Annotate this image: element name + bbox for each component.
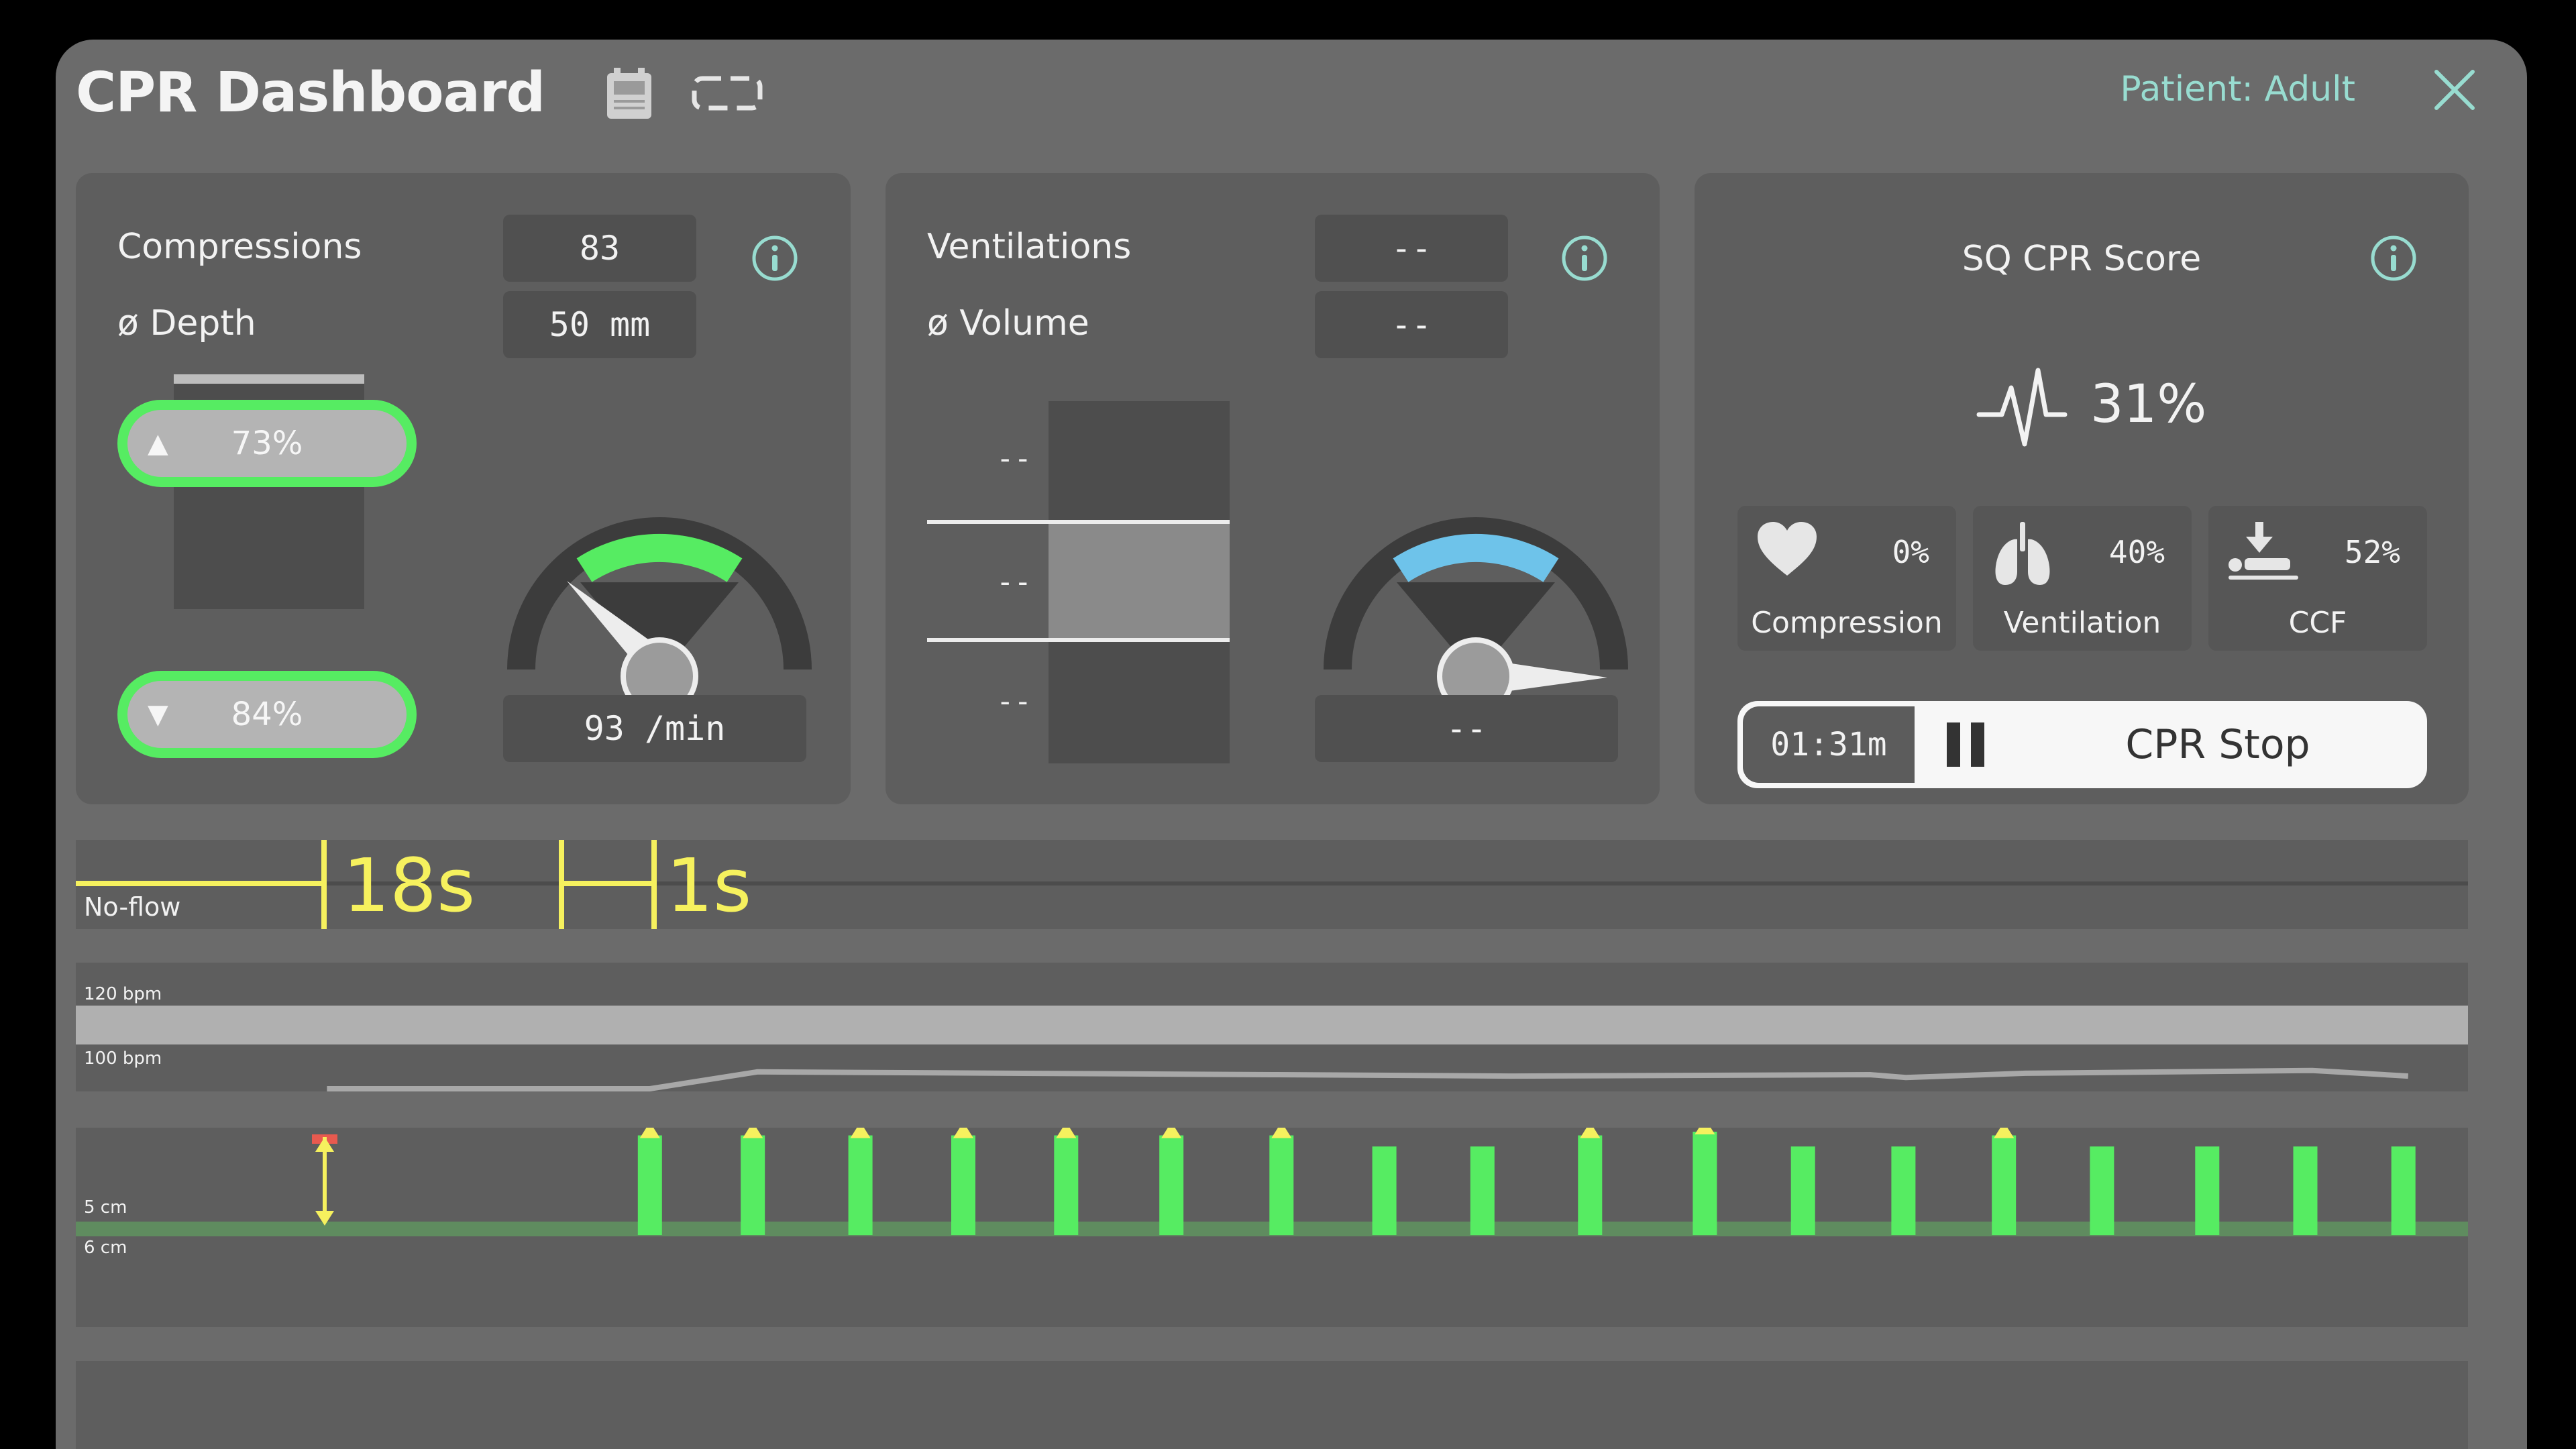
upper-depth-indicator: ▲ 73% — [117, 400, 417, 487]
infusion-pump-icon[interactable] — [603, 66, 655, 121]
compression-score-value: 0% — [1892, 534, 1929, 570]
compression-depth-bar — [2195, 1146, 2220, 1235]
depth-trend-strip: 5 cm 6 cm — [76, 1128, 2468, 1327]
ventilations-value: -- — [1315, 215, 1508, 282]
cpr-stop-control: 01:31m CPR Stop — [1737, 701, 2427, 788]
rate-trend-strip: 120 bpm 100 bpm — [76, 963, 2468, 1091]
volume-label: ø Volume — [927, 303, 1089, 343]
ventilation-score-label: Ventilation — [2003, 606, 2161, 640]
lower-depth-indicator: ▼ 84% — [117, 671, 417, 758]
heart-icon — [1758, 522, 1817, 576]
cpr-score-title: SQ CPR Score — [1962, 239, 2202, 279]
depth-warning-arrow — [1271, 1128, 1292, 1138]
compression-depth-bar — [2293, 1146, 2318, 1235]
ventilation-rate: -- — [1315, 695, 1618, 762]
upper-depth-percent: 73% — [231, 425, 303, 462]
noflow-first-duration: 18s — [343, 843, 476, 928]
ventilation-score-value: 40% — [2108, 534, 2165, 570]
ccf-score-label: CCF — [2288, 606, 2347, 640]
compression-depth-bar — [951, 1135, 975, 1235]
ventilations-label: Ventilations — [927, 227, 1132, 267]
depth-warning-arrow — [639, 1128, 660, 1138]
compression-depth-bar — [1992, 1135, 2017, 1235]
depth-warning-arrow — [1580, 1128, 1601, 1138]
compression-depth-bar — [1054, 1135, 1079, 1235]
depth-label: ø Depth — [117, 303, 256, 343]
info-circle-icon[interactable] — [751, 234, 799, 282]
cpr-stop-button[interactable]: CPR Stop — [1915, 701, 2427, 788]
compression-depth-bar — [1578, 1135, 1603, 1235]
ventilation-score-tile[interactable]: 40% Ventilation — [1973, 506, 2192, 651]
volume-top-value: -- — [996, 441, 1032, 476]
monitor-frame-icon[interactable] — [690, 74, 764, 112]
pulse-wave-icon — [1976, 368, 2068, 447]
lungs-icon — [1995, 522, 2050, 585]
cpr-score-value: 31% — [2090, 374, 2207, 435]
ventilation-rate-gauge — [1324, 517, 1628, 715]
rate-trend-line — [327, 1067, 2409, 1091]
close-icon[interactable] — [2432, 68, 2477, 112]
compression-depth-bar — [1159, 1135, 1184, 1235]
rate-trend-chart — [327, 1067, 2409, 1091]
patient-compression-icon — [2229, 522, 2298, 580]
pause-icon — [1947, 722, 1984, 767]
noflow-second-duration: 1s — [666, 843, 752, 928]
cpr-stop-label: CPR Stop — [2125, 721, 2310, 768]
compression-depth-bar — [637, 1135, 662, 1235]
compression-rate: 93 /min — [503, 695, 806, 762]
compression-depth-bar — [848, 1135, 873, 1235]
elapsed-timer: 01:31m — [1743, 706, 1915, 783]
info-circle-icon[interactable] — [2369, 234, 2418, 282]
compressions-panel: Compressions 83 ø Depth 50 mm ▲ 73% ▼ 84… — [76, 173, 851, 804]
compressions-value: 83 — [503, 215, 696, 282]
depth-warning-arrow — [743, 1128, 763, 1138]
depth-warning-arrow — [953, 1128, 973, 1138]
compression-depth-bar — [1372, 1146, 1397, 1235]
ccf-score-tile[interactable]: 52% CCF — [2208, 506, 2427, 651]
patient-type[interactable]: Patient: Adult — [2120, 69, 2355, 109]
compression-score-tile[interactable]: 0% Compression — [1737, 506, 1956, 651]
depth-trend-chart — [312, 1128, 2416, 1235]
depth-value: 50 mm — [503, 291, 696, 358]
lower-volume-line — [927, 638, 1230, 642]
compression-depth-bar — [2391, 1146, 2416, 1235]
volume-value: -- — [1315, 291, 1508, 358]
depth-warning-arrow — [850, 1128, 871, 1138]
ventilations-panel: Ventilations -- ø Volume -- -- -- -- -- — [885, 173, 1660, 804]
compression-rate-gauge — [507, 517, 812, 715]
depth-warning-arrow — [1695, 1128, 1715, 1134]
compression-depth-bar — [1790, 1146, 1815, 1235]
depth-warning-arrow — [1994, 1128, 2015, 1138]
noflow-strip: No-flow 18s 1s — [76, 840, 2468, 929]
cpr-score-panel: SQ CPR Score 31% 0% Compression 40% Vent… — [1695, 173, 2469, 804]
upper-volume-line — [927, 520, 1230, 524]
volume-bar — [1049, 401, 1230, 763]
page-title: CPR Dashboard — [76, 61, 545, 125]
depth-warning-arrow — [1056, 1128, 1077, 1138]
volume-target-band — [1049, 522, 1230, 640]
compression-depth-bar — [1693, 1132, 1717, 1235]
compression-score-label: Compression — [1751, 606, 1943, 640]
compression-depth-bar — [2090, 1146, 2114, 1235]
info-circle-icon[interactable] — [1560, 234, 1609, 282]
ccf-score-value: 52% — [2344, 534, 2400, 570]
noflow-depth-marker — [312, 1134, 337, 1226]
cpr-dashboard-window: CPR Dashboard Patient: Adult Compression… — [56, 40, 2527, 1449]
volume-mid-value: -- — [996, 565, 1032, 599]
bottom-strip — [76, 1361, 2468, 1449]
lower-depth-percent: 84% — [231, 696, 303, 733]
compression-depth-bar — [1470, 1146, 1495, 1235]
depth-warning-arrow — [1161, 1128, 1182, 1138]
volume-bottom-value: -- — [996, 684, 1032, 718]
compression-depth-bar — [1891, 1146, 1916, 1235]
compression-depth-bar — [1269, 1135, 1294, 1235]
compression-depth-bar — [741, 1135, 765, 1235]
compressions-label: Compressions — [117, 227, 362, 267]
noflow-label: No-flow — [84, 892, 181, 922]
